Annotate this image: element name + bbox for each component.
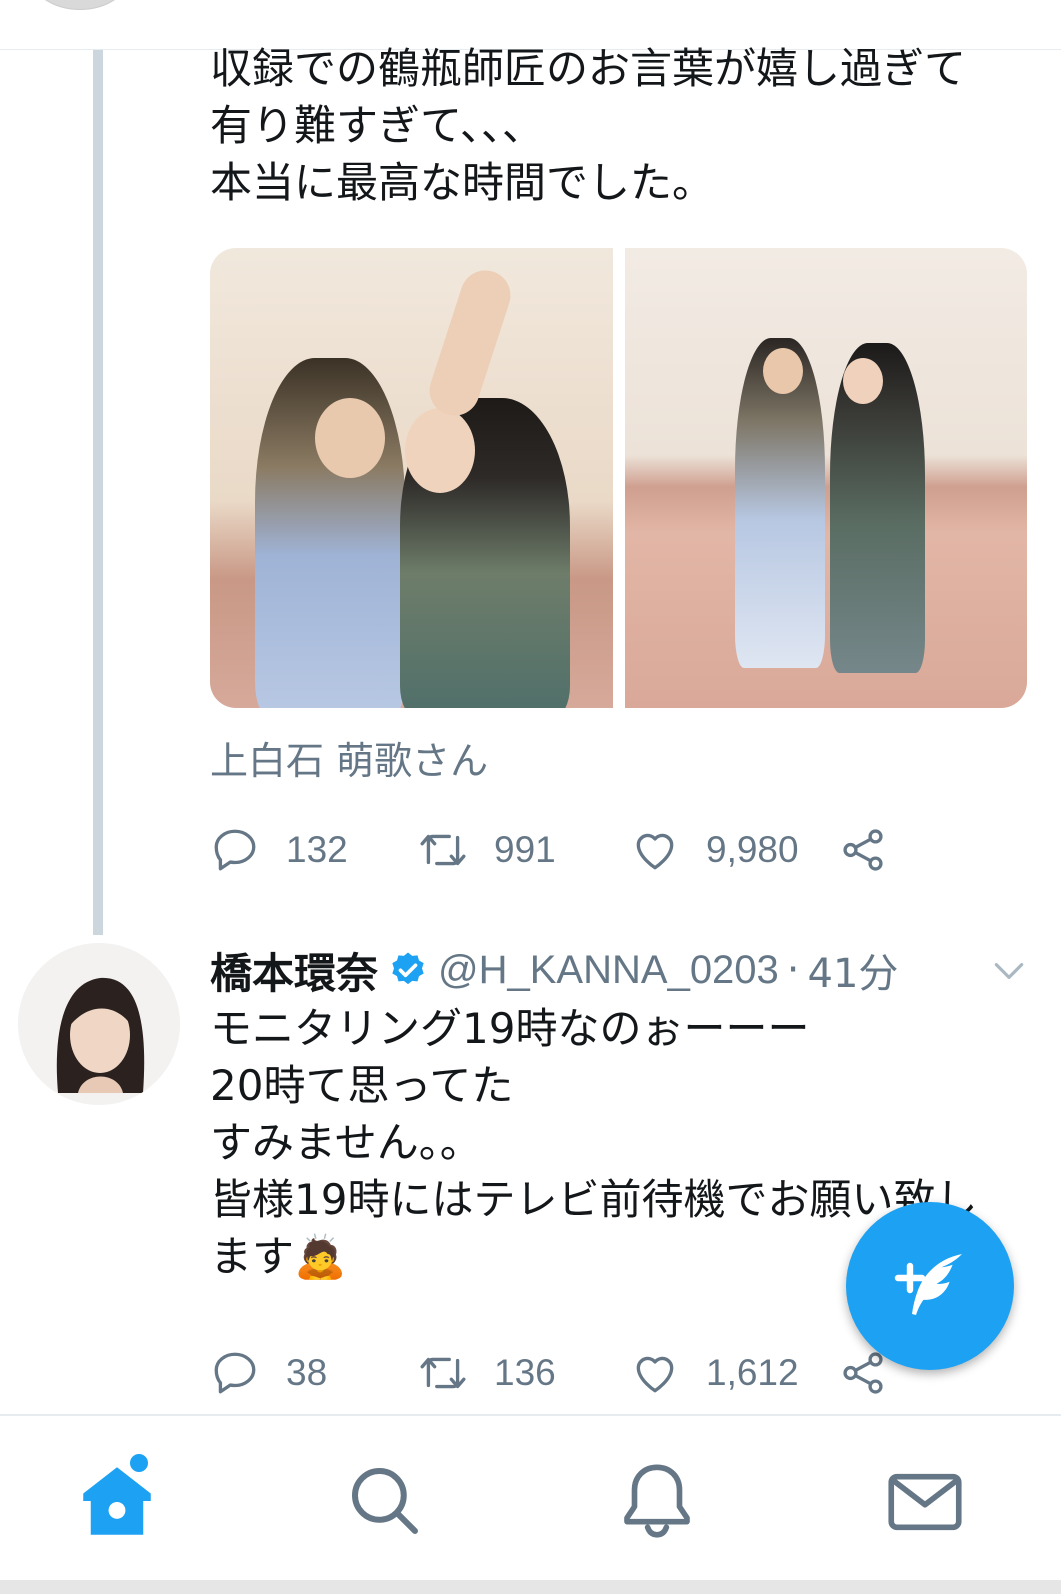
display-name[interactable]: 橋本環奈 <box>210 940 378 1001</box>
reply-count: 38 <box>286 1352 328 1393</box>
retweet-icon <box>420 1357 466 1389</box>
like-button[interactable]: 9,980 <box>630 820 799 880</box>
search-icon[interactable] <box>340 1456 430 1546</box>
like-count: 9,980 <box>706 829 799 870</box>
tweet-1-actions: 132 991 9,980 <box>210 820 910 880</box>
share-icon <box>843 1352 883 1394</box>
bell-icon[interactable] <box>612 1456 702 1546</box>
system-bar <box>0 1580 1061 1594</box>
tweet-1-text: 収録での鶴瓶師匠のお言葉が嬉し過ぎて 有り難すぎて、、、 本当に最高な時間でした… <box>210 44 967 207</box>
retweet-button[interactable]: 991 <box>418 820 556 880</box>
bottom-navigation <box>0 1414 1061 1594</box>
tweet-2-header: 橋本環奈 @H_KANNA_0203 · 41分 <box>210 940 1030 1000</box>
reply-icon <box>214 829 256 871</box>
like-button[interactable]: 1,612 <box>630 1343 799 1403</box>
compose-tweet-icon <box>894 1254 962 1315</box>
chevron-down-icon[interactable] <box>990 952 1028 990</box>
thread-connector-line <box>93 50 103 935</box>
retweet-icon <box>420 834 466 866</box>
previous-avatar[interactable] <box>30 0 130 10</box>
user-handle[interactable]: @H_KANNA_0203 <box>438 948 779 993</box>
verified-badge-icon <box>392 952 424 985</box>
tweet-1-media[interactable] <box>210 248 1027 708</box>
retweet-button[interactable]: 136 <box>418 1343 556 1403</box>
retweet-count: 136 <box>494 1352 556 1393</box>
mail-icon[interactable] <box>880 1456 970 1546</box>
photo-1[interactable] <box>210 248 613 708</box>
heart-icon <box>636 1356 674 1393</box>
home-icon[interactable] <box>72 1456 162 1546</box>
reply-button[interactable]: 38 <box>210 1343 327 1403</box>
reply-icon <box>214 1352 256 1394</box>
like-count: 1,612 <box>706 1352 799 1393</box>
compose-tweet-button[interactable] <box>846 1202 1014 1370</box>
retweet-count: 991 <box>494 829 556 870</box>
header-separator: · <box>786 947 800 993</box>
tweet-1-caption: 上白石 萌歌さん <box>210 739 489 783</box>
avatar[interactable] <box>18 943 180 1105</box>
reply-count: 132 <box>286 829 348 870</box>
photo-2[interactable] <box>624 248 1027 708</box>
home-unread-dot <box>130 1454 148 1472</box>
reply-button[interactable]: 132 <box>210 820 348 880</box>
share-icon <box>843 829 883 871</box>
tweet-2-actions: 38 136 1,612 <box>210 1343 910 1403</box>
share-button[interactable] <box>838 820 914 880</box>
tweet-time[interactable]: 41分 <box>808 941 899 999</box>
heart-icon <box>636 833 674 870</box>
